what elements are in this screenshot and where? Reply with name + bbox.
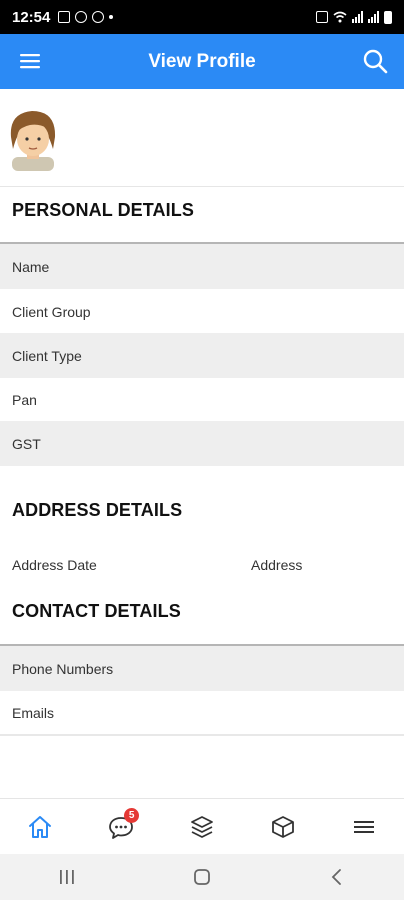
- alarm-icon: [316, 11, 328, 23]
- wifi-icon: [333, 11, 347, 23]
- system-icons: [316, 10, 392, 24]
- chat-badge: 5: [124, 807, 140, 823]
- notification-icons: [58, 11, 114, 23]
- avatar[interactable]: [6, 105, 60, 171]
- dot-icon: [109, 15, 114, 19]
- phone-numbers-row: Phone Numbers: [0, 646, 404, 691]
- recent-apps-icon: [60, 870, 75, 884]
- image-icon: [58, 11, 71, 23]
- system-nav-bar: [0, 854, 404, 900]
- search-icon[interactable]: [362, 48, 388, 74]
- home-circle-icon: [194, 869, 210, 885]
- address-date-label: Address Date: [12, 557, 97, 573]
- home-button[interactable]: [182, 862, 222, 892]
- status-bar: 12:54: [0, 0, 404, 34]
- app-bar: View Profile: [0, 34, 404, 89]
- status-time: 12:54: [12, 8, 51, 26]
- home-icon: [29, 815, 52, 838]
- b-icon: [75, 11, 88, 23]
- hamburger-menu-icon[interactable]: [20, 51, 42, 71]
- emails-row: Emails: [12, 704, 55, 721]
- heart-icon: [92, 11, 105, 23]
- layers-icon: [191, 815, 213, 838]
- page-title: View Profile: [148, 50, 256, 72]
- pan-row: Pan: [12, 391, 37, 408]
- address-details-title: ADDRESS DETAILS: [12, 500, 183, 520]
- recent-apps-button[interactable]: [47, 862, 87, 892]
- box-icon: [271, 815, 294, 838]
- divider: [0, 186, 404, 187]
- gst-row: GST: [0, 421, 404, 466]
- back-icon: [331, 869, 341, 885]
- name-row: Name: [0, 244, 404, 289]
- client-group-row: Client Group: [12, 303, 91, 320]
- personal-details-title: PERSONAL DETAILS: [12, 200, 194, 220]
- signal-icon-2: [368, 11, 379, 23]
- nav-layers[interactable]: [182, 807, 222, 847]
- address-label: Address: [251, 557, 303, 573]
- nav-menu[interactable]: [344, 807, 384, 847]
- nav-home[interactable]: [20, 807, 60, 847]
- battery-icon: [384, 10, 392, 24]
- contact-details-title: CONTACT DETAILS: [12, 601, 181, 621]
- menu-icon: [353, 820, 374, 833]
- bottom-nav: 5: [0, 798, 404, 854]
- client-type-row: Client Type: [0, 333, 404, 378]
- divider: [0, 734, 404, 736]
- nav-chat[interactable]: 5: [101, 807, 141, 847]
- back-button[interactable]: [317, 862, 357, 892]
- signal-icon-1: [352, 11, 363, 23]
- avatar-icon: [10, 111, 56, 171]
- nav-box[interactable]: [263, 807, 303, 847]
